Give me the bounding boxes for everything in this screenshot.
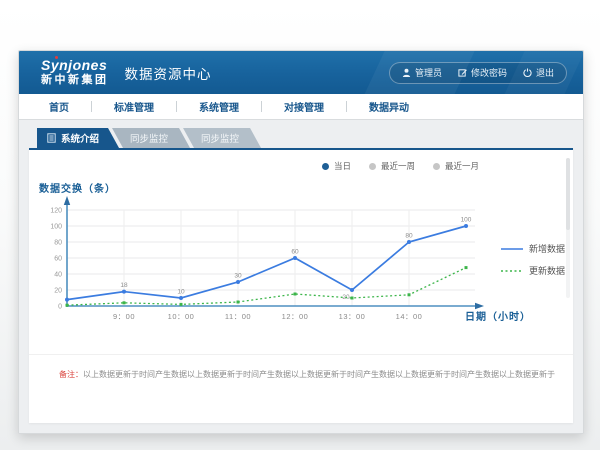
footer-note: 备注：以上数据更新于时间产生数据以上数据更新于时间产生数据以上数据更新于时间产生… [29, 354, 573, 380]
radio-dot-icon [433, 163, 440, 170]
svg-text:12：00: 12：00 [282, 312, 309, 321]
tab-bar: 系统介绍 同步监控 同步监控 [37, 128, 573, 148]
svg-text:80: 80 [54, 240, 62, 247]
tab-label: 同步监控 [201, 131, 239, 145]
nav-divider [91, 101, 92, 112]
svg-text:14：00: 14：00 [396, 312, 423, 321]
svg-text:11：00: 11：00 [225, 312, 251, 321]
legend-label: 更新数据 [529, 264, 565, 277]
tab-sync-monitor-2[interactable]: 同步监控 [183, 128, 261, 148]
legend-item-new-data[interactable]: 新增数据 [501, 242, 565, 255]
svg-text:60: 60 [291, 249, 299, 256]
svg-text:100: 100 [461, 217, 472, 224]
header-decorative-stripe [357, 51, 480, 94]
svg-text:18: 18 [120, 282, 128, 289]
nav-divider [261, 101, 262, 112]
nav-item-data-change[interactable]: 数据异动 [369, 99, 409, 114]
document-icon [47, 133, 56, 143]
svg-text:60: 60 [54, 256, 62, 263]
line-chart: 0 20 40 60 80 100 120 9：00 10：00 11：00 12：00 13：00 1… [37, 194, 489, 330]
tab-label: 同步监控 [130, 131, 168, 145]
y-axis-title: 数据交换（条） [39, 180, 116, 195]
filter-label: 最近一周 [381, 160, 415, 172]
svg-text:40: 40 [54, 272, 62, 279]
svg-text:10: 10 [177, 289, 185, 296]
filter-label: 最近一月 [445, 160, 479, 172]
filter-label: 当日 [334, 160, 351, 172]
nav-item-home[interactable]: 首页 [49, 99, 69, 114]
time-range-filters: 当日 最近一周 最近一月 [322, 160, 479, 172]
nav-divider [176, 101, 177, 112]
svg-text:9：00: 9：00 [113, 312, 135, 321]
legend-item-updated-data[interactable]: 更新数据 [501, 264, 565, 277]
filter-last-week[interactable]: 最近一周 [369, 160, 415, 172]
app-window: Synjones 新中新集团 数据资源中心 管理员 修改密码 [18, 50, 584, 434]
svg-text:120: 120 [50, 208, 62, 215]
brand-logo: Synjones 新中新集团 [41, 58, 109, 86]
brand-logo-text: Synjones [41, 58, 109, 73]
svg-text:13：00: 13：00 [339, 312, 366, 321]
brand-logo-subtext: 新中新集团 [41, 75, 109, 87]
tab-label: 系统介绍 [61, 131, 99, 145]
legend-label: 新增数据 [529, 242, 565, 255]
change-password-label: 修改密码 [471, 66, 507, 79]
main-nav: 首页 标准管理 系统管理 对接管理 数据异动 [19, 94, 583, 120]
nav-divider [346, 101, 347, 112]
radio-dot-icon [322, 163, 329, 170]
solid-line-icon [501, 246, 523, 252]
radio-dot-icon [369, 163, 376, 170]
svg-text:0: 0 [58, 304, 62, 311]
nav-item-standard-mgmt[interactable]: 标准管理 [114, 99, 154, 114]
app-header: Synjones 新中新集团 数据资源中心 管理员 修改密码 [19, 51, 583, 94]
note-text: 以上数据更新于时间产生数据以上数据更新于时间产生数据以上数据更新于时间产生数据以… [83, 370, 555, 379]
tab-sync-monitor-1[interactable]: 同步监控 [112, 128, 190, 148]
filter-last-month[interactable]: 最近一月 [433, 160, 479, 172]
svg-text:20: 20 [54, 288, 62, 295]
svg-text:100: 100 [50, 224, 62, 231]
svg-text:30: 30 [234, 273, 242, 280]
chart-legend: 新增数据 更新数据 [501, 242, 565, 277]
svg-text:80: 80 [405, 233, 413, 240]
nav-item-interface-mgmt[interactable]: 对接管理 [284, 99, 324, 114]
content-panel: 当日 最近一周 最近一月 数据交换（条） 0 20 40 60 80 100 120 9：00… [29, 148, 573, 423]
dotted-line-icon [501, 268, 523, 274]
scrollbar-thumb[interactable] [566, 158, 570, 230]
brand-logo-wordmark: Synjones [41, 57, 107, 73]
content-area: 系统介绍 同步监控 同步监控 当日 最近一周 [19, 120, 583, 433]
tab-system-intro[interactable]: 系统介绍 [37, 128, 119, 148]
nav-item-system-mgmt[interactable]: 系统管理 [199, 99, 239, 114]
scrollbar[interactable] [566, 158, 570, 298]
svg-text:10：00: 10：00 [168, 312, 195, 321]
page-title: 数据资源中心 [125, 63, 212, 83]
filter-today[interactable]: 当日 [322, 160, 351, 172]
x-axis-title: 日期（小时） [465, 308, 531, 323]
note-label: 备注： [59, 370, 83, 379]
